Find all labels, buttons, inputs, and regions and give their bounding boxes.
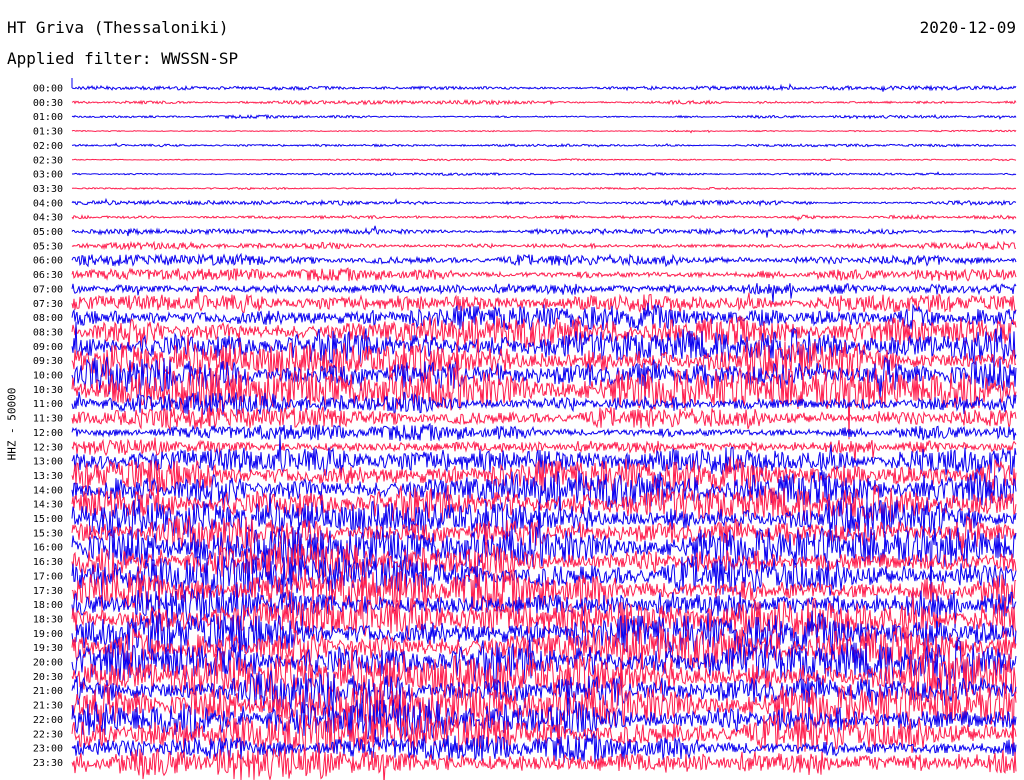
time-label: 07:30 — [33, 299, 63, 310]
time-label: 14:30 — [33, 500, 63, 511]
time-label: 11:00 — [33, 399, 63, 410]
time-label: 22:00 — [33, 715, 63, 726]
trace-0500 — [71, 225, 1017, 238]
trace-0130 — [71, 129, 1017, 134]
trace-0200 — [71, 142, 1017, 148]
time-label: 21:30 — [33, 701, 63, 712]
time-label: 20:30 — [33, 672, 63, 683]
time-label: 05:00 — [33, 227, 63, 238]
time-label: 19:00 — [33, 629, 63, 640]
trace-0100 — [71, 113, 1017, 120]
time-label: 10:00 — [33, 371, 63, 382]
time-label: 07:00 — [33, 284, 63, 295]
time-label: 05:30 — [33, 241, 63, 252]
time-label: 16:00 — [33, 543, 63, 554]
time-label: 13:30 — [33, 471, 63, 482]
time-label: 23:00 — [33, 744, 63, 755]
time-label: 00:00 — [33, 84, 63, 95]
trace-group — [71, 78, 1017, 780]
time-label: 00:30 — [33, 98, 63, 109]
time-label: 13:00 — [33, 457, 63, 468]
time-label: 17:30 — [33, 586, 63, 597]
time-label: 19:30 — [33, 643, 63, 654]
time-label: 04:00 — [33, 198, 63, 209]
time-label: 18:30 — [33, 614, 63, 625]
time-label: 12:00 — [33, 428, 63, 439]
trace-0300 — [71, 171, 1017, 177]
time-label: 20:00 — [33, 658, 63, 669]
trace-0030 — [71, 98, 1017, 106]
trace-0230 — [71, 157, 1017, 162]
time-label: 18:00 — [33, 600, 63, 611]
time-label: 02:30 — [33, 155, 63, 166]
time-label: 10:30 — [33, 385, 63, 396]
time-label: 11:30 — [33, 414, 63, 425]
trace-1200 — [71, 423, 1017, 442]
time-label: 01:00 — [33, 112, 63, 123]
time-label: 06:00 — [33, 256, 63, 267]
trace-0330 — [71, 186, 1017, 191]
time-label: 23:30 — [33, 758, 63, 769]
time-label: 08:30 — [33, 327, 63, 338]
trace-0000 — [71, 82, 1017, 92]
trace-0630 — [71, 267, 1017, 282]
trace-0530 — [71, 240, 1017, 251]
time-label: 03:00 — [33, 170, 63, 181]
time-labels: 00:00 00:30 01:00 01:30 02:00 02:30 03:00 03:30… — [33, 84, 63, 769]
time-label: 02:00 — [33, 141, 63, 152]
time-label: 22:30 — [33, 729, 63, 740]
time-label: 16:30 — [33, 557, 63, 568]
time-label: 03:30 — [33, 184, 63, 195]
time-label: 09:00 — [33, 342, 63, 353]
time-label: 14:00 — [33, 485, 63, 496]
time-label: 12:30 — [33, 442, 63, 453]
seismogram-plot: 00:00 00:30 01:00 01:30 02:00 02:30 03:00 03:30… — [33, 78, 1017, 780]
time-label: 04:30 — [33, 213, 63, 224]
trace-0430 — [71, 213, 1017, 222]
time-label: 08:00 — [33, 313, 63, 324]
time-label: 01:30 — [33, 127, 63, 138]
time-label: 09:30 — [33, 356, 63, 367]
time-label: 15:00 — [33, 514, 63, 525]
trace-0600 — [71, 252, 1017, 268]
time-label: 21:00 — [33, 686, 63, 697]
time-label: 06:30 — [33, 270, 63, 281]
trace-0400 — [71, 197, 1017, 208]
time-label: 15:30 — [33, 528, 63, 539]
time-label: 17:00 — [33, 571, 63, 582]
